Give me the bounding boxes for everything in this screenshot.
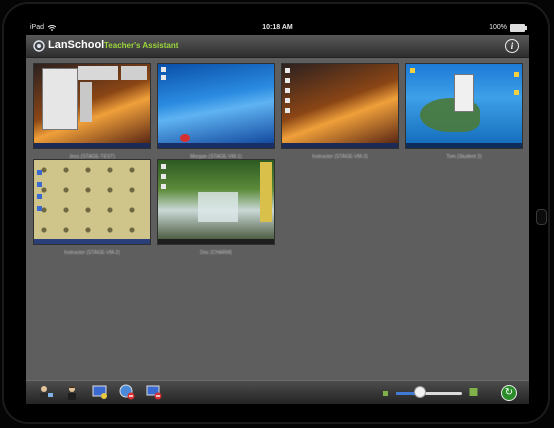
blank-screen-icon[interactable]	[92, 384, 108, 400]
student-thumbnail-1[interactable]: Jess (STAGE-TEST)	[33, 63, 151, 160]
thumbnail-size-slider[interactable]	[396, 392, 462, 395]
slider-knob[interactable]	[414, 386, 427, 398]
home-button[interactable]	[536, 209, 547, 225]
screen-preview	[158, 64, 274, 148]
screen-preview	[406, 64, 522, 148]
small-thumbnail-icon	[383, 391, 388, 396]
student-thumbnail-3[interactable]: Instructor (STAGE-VM-3)	[281, 63, 399, 160]
student-thumbnail-6[interactable]: Doc (CHARM)	[157, 159, 275, 256]
app-subtitle: Teacher's Assistant	[104, 41, 179, 50]
student-icon[interactable]	[64, 384, 80, 400]
large-thumbnail-icon	[469, 388, 478, 396]
screen-preview	[34, 64, 150, 148]
screen-preview	[282, 64, 398, 148]
student-name: Instructor (STAGE-VM-3)	[312, 154, 368, 160]
info-icon[interactable]: i	[505, 39, 519, 53]
app-screen: iPad 10:18 AM 100% LanSchool Teacher's A…	[26, 21, 529, 404]
screen-preview	[34, 160, 150, 244]
screen-preview	[158, 160, 274, 244]
lanschool-logo-icon	[33, 40, 45, 52]
student-thumbnail-5[interactable]: Instructor (STAGE-VM-2)	[33, 159, 151, 256]
clock: 10:18 AM	[262, 24, 293, 31]
refresh-button[interactable]: ↻	[501, 385, 517, 401]
student-thumbnail-2[interactable]: Morgan (STAGE-VM-1)	[157, 63, 275, 160]
student-name: Doc (CHARM)	[200, 250, 232, 256]
bottom-toolbar: ↻	[26, 380, 529, 404]
app-title: LanSchool	[48, 39, 105, 51]
student-thumbnail-4[interactable]: Tom (Student 2)	[405, 63, 523, 160]
battery-icon	[510, 24, 527, 32]
teacher-icon[interactable]	[38, 384, 54, 400]
status-bar: iPad 10:18 AM 100%	[26, 21, 529, 35]
app-header: LanSchool Teacher's Assistant i	[26, 35, 529, 58]
battery-percent: 100%	[489, 24, 507, 31]
student-name: Tom (Student 2)	[446, 154, 482, 160]
limit-web-icon[interactable]	[119, 384, 135, 400]
limit-apps-icon[interactable]	[146, 384, 162, 400]
student-name: Instructor (STAGE-VM-2)	[64, 250, 120, 256]
